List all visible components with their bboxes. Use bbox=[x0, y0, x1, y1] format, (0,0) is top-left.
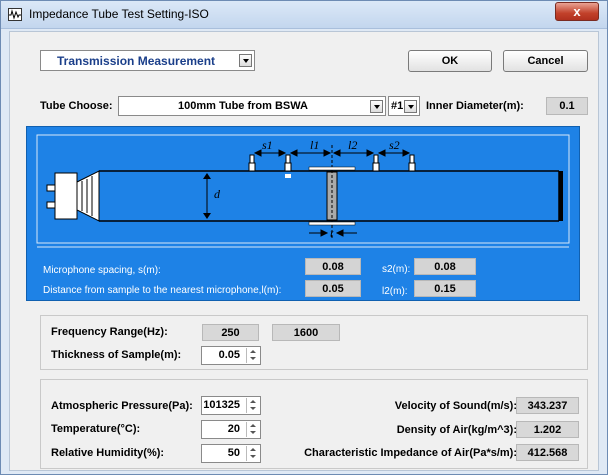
tube-number-value: #1 bbox=[391, 100, 404, 112]
measurement-mode-value: Transmission Measurement bbox=[57, 54, 216, 68]
frequency-range-label: Frequency Range(Hz): bbox=[51, 326, 168, 338]
dimension-d-label: d bbox=[214, 187, 220, 201]
dimension-t-label: t bbox=[330, 226, 334, 240]
temperature-label: Temperature(°C): bbox=[51, 423, 141, 435]
dimension-s1-label: s1 bbox=[262, 138, 273, 152]
environment-settings-group: Atmospheric Pressure(Pa): 101325 Tempera… bbox=[40, 379, 588, 469]
s2-label: s2(m): bbox=[382, 264, 411, 275]
dimension-s2-label: s2 bbox=[389, 138, 400, 152]
impedance-value: 412.568 bbox=[516, 444, 579, 461]
thickness-label: Thickness of Sample(m): bbox=[51, 349, 182, 361]
density-value: 1.202 bbox=[516, 421, 579, 438]
spinner-arrows-icon[interactable] bbox=[246, 398, 259, 413]
mic-spacing-label: Microphone spacing, s(m): bbox=[43, 265, 161, 276]
density-label: Density of Air(kg/m^3): bbox=[396, 424, 517, 436]
pressure-label: Atmospheric Pressure(Pa): bbox=[51, 400, 193, 412]
chevron-down-icon[interactable] bbox=[404, 100, 417, 113]
inner-diameter-value: 0.1 bbox=[546, 97, 588, 115]
close-button[interactable]: x bbox=[555, 2, 599, 21]
impedance-label: Characteristic Impedance of Air(Pa*s/m): bbox=[304, 447, 517, 459]
dimension-l1-label: l1 bbox=[310, 138, 320, 152]
humidity-value: 50 bbox=[227, 447, 240, 459]
tube-number-select[interactable]: #1 bbox=[388, 96, 420, 116]
velocity-value: 343.237 bbox=[516, 397, 579, 414]
s1-value: 0.08 bbox=[305, 258, 361, 275]
tube-choose-label: Tube Choose: bbox=[40, 100, 113, 112]
pressure-value: 101325 bbox=[203, 399, 240, 411]
dimension-l2-label: l2 bbox=[348, 138, 358, 152]
l1-value: 0.05 bbox=[305, 280, 361, 297]
waveform-app-icon bbox=[8, 8, 22, 21]
thickness-value: 0.05 bbox=[218, 349, 240, 361]
measurement-mode-select[interactable]: Transmission Measurement bbox=[40, 50, 255, 71]
frequency-high-value: 1600 bbox=[272, 324, 340, 341]
pressure-spinner[interactable]: 101325 bbox=[201, 396, 261, 415]
temperature-value: 20 bbox=[227, 423, 240, 435]
cancel-button[interactable]: Cancel bbox=[503, 50, 588, 72]
spinner-arrows-icon[interactable] bbox=[246, 446, 259, 461]
inner-diameter-label: Inner Diameter(m): bbox=[426, 100, 524, 112]
thickness-spinner[interactable]: 0.05 bbox=[201, 346, 261, 365]
chevron-down-icon[interactable] bbox=[370, 100, 383, 113]
tube-select-value: 100mm Tube from BSWA bbox=[178, 100, 308, 112]
spinner-arrows-icon[interactable] bbox=[246, 422, 259, 437]
l2-value: 0.15 bbox=[414, 280, 476, 297]
tube-diagram-panel: s1 l1 l2 s2 d t Microphone spacing, s(m)… bbox=[26, 126, 580, 301]
s2-value: 0.08 bbox=[414, 258, 476, 275]
spinner-arrows-icon[interactable] bbox=[246, 348, 259, 363]
sample-settings-group: Frequency Range(Hz): 250 1600 Thickness … bbox=[40, 315, 588, 370]
humidity-label: Relative Humidity(%): bbox=[51, 447, 165, 459]
temperature-spinner[interactable]: 20 bbox=[201, 420, 261, 439]
ok-button[interactable]: OK bbox=[408, 50, 492, 72]
chevron-down-icon[interactable] bbox=[239, 54, 252, 67]
velocity-label: Velocity of Sound(m/s): bbox=[394, 400, 517, 412]
frequency-low-value: 250 bbox=[202, 324, 259, 341]
dialog-content: Transmission Measurement OK Cancel Tube … bbox=[9, 31, 599, 471]
window-title: Impedance Tube Test Setting-ISO bbox=[29, 7, 209, 21]
title-bar: Impedance Tube Test Setting-ISO x bbox=[1, 1, 607, 29]
distance-label: Distance from sample to the nearest micr… bbox=[43, 285, 282, 296]
humidity-spinner[interactable]: 50 bbox=[201, 444, 261, 463]
l2-label: l2(m): bbox=[382, 286, 408, 297]
dialog-window: Impedance Tube Test Setting-ISO x Transm… bbox=[0, 0, 608, 475]
tube-select[interactable]: 100mm Tube from BSWA bbox=[118, 96, 386, 116]
